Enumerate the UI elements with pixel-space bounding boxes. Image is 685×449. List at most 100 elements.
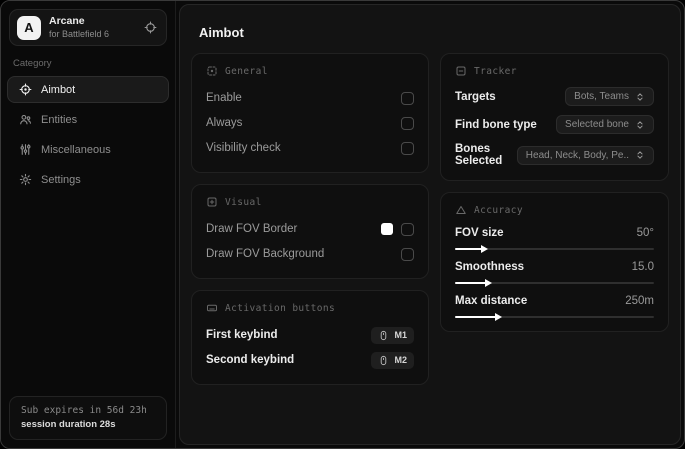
- keybind-row-second: Second keybind M2: [206, 349, 414, 371]
- tracker-card-header: Tracker: [455, 65, 654, 77]
- grid-icon: [206, 65, 218, 77]
- accuracy-card: Accuracy FOV size 50° Smoothness 15.0 Ma…: [440, 192, 669, 332]
- tracker-row-targets: Targets Bots, Teams: [455, 87, 654, 106]
- crosshair-icon: [19, 83, 32, 96]
- chevrons-up-down-icon: [635, 150, 645, 160]
- tracker-card: Tracker Targets Bots, Teams Find bone ty…: [440, 53, 669, 181]
- setting-row-always: Always: [206, 112, 414, 134]
- triangle-icon: [455, 204, 467, 216]
- setting-label: Draw FOV Background: [206, 248, 325, 260]
- category-label: Category: [13, 58, 52, 69]
- keybind-value: M1: [394, 330, 407, 340]
- users-icon: [19, 113, 32, 126]
- brand-card: A Arcane for Battlefield 6: [9, 9, 167, 46]
- right-column: Tracker Targets Bots, Teams Find bone ty…: [440, 53, 669, 343]
- tracker-label: Find bone type: [455, 118, 537, 131]
- brand-logo: A: [17, 15, 41, 40]
- bones-selected-select[interactable]: Head, Neck, Body, Pe..: [516, 145, 654, 165]
- setting-label: Draw FOV Border: [206, 223, 298, 235]
- sidebar-item-settings[interactable]: Settings: [7, 166, 169, 193]
- setting-row-enable: Enable: [206, 87, 414, 109]
- always-checkbox[interactable]: [401, 116, 414, 130]
- fov-border-color-swatch[interactable]: [381, 223, 393, 235]
- tracker-row-find-bone-type: Find bone type Selected bone: [455, 115, 654, 134]
- targets-select[interactable]: Bots, Teams: [565, 87, 654, 106]
- sidebar: A Arcane for Battlefield 6 Category Aimb…: [1, 1, 176, 448]
- slider-label: Smoothness: [455, 261, 525, 273]
- mouse-icon: [378, 330, 389, 341]
- subscription-info-card: Sub expires in 56d 23h session duration …: [9, 396, 167, 440]
- tracker-row-bones-selected: Bones Selected Head, Neck, Body, Pe..: [455, 143, 654, 167]
- setting-row-fov-background: Draw FOV Background: [206, 243, 414, 265]
- slider-label: FOV size: [455, 227, 504, 239]
- session-duration-text: session duration 28s: [21, 419, 116, 430]
- second-keybind-button[interactable]: M2: [371, 351, 414, 369]
- setting-label: Always: [206, 117, 243, 129]
- fov-size-slider[interactable]: [455, 245, 654, 253]
- chevrons-up-down-icon: [635, 120, 645, 130]
- brand-subtitle: for Battlefield 6: [49, 28, 110, 39]
- slider-group-fov-size: FOV size 50°: [455, 227, 654, 253]
- card-title: Visual: [225, 196, 262, 208]
- brand-name: Arcane: [49, 15, 85, 28]
- fov-border-checkbox[interactable]: [401, 222, 414, 236]
- scope-icon[interactable]: [144, 21, 157, 34]
- select-value: Bots, Teams: [574, 91, 629, 102]
- slider-thumb[interactable]: [494, 313, 502, 321]
- general-card-header: General: [206, 65, 414, 77]
- sliders-icon: [19, 143, 32, 156]
- slider-thumb[interactable]: [480, 245, 488, 253]
- chevrons-up-down-icon: [635, 92, 645, 102]
- sidebar-item-miscellaneous[interactable]: Miscellaneous: [7, 136, 169, 163]
- slider-group-max-distance: Max distance 250m: [455, 295, 654, 321]
- slider-group-smoothness: Smoothness 15.0: [455, 261, 654, 287]
- fov-background-checkbox[interactable]: [401, 247, 414, 261]
- frame-plus-icon: [206, 196, 218, 208]
- card-title: Activation buttons: [225, 302, 336, 314]
- tracker-label: Targets: [455, 90, 496, 103]
- mouse-icon: [378, 355, 389, 366]
- sidebar-item-entities[interactable]: Entities: [7, 106, 169, 133]
- sidebar-item-label: Aimbot: [41, 83, 76, 96]
- sidebar-item-label: Miscellaneous: [41, 143, 111, 156]
- keybind-label: Second keybind: [206, 354, 295, 366]
- sidebar-item-aimbot[interactable]: Aimbot: [7, 76, 169, 103]
- brand-text: Arcane for Battlefield 6: [49, 15, 109, 39]
- max-distance-slider[interactable]: [455, 313, 654, 321]
- card-title: Tracker: [474, 65, 517, 77]
- sub-expiry-text: Sub expires in 56d 23h: [21, 405, 147, 416]
- setting-row-visibility-check: Visibility check: [206, 137, 414, 159]
- setting-row-fov-border: Draw FOV Border: [206, 218, 414, 240]
- keyboard-icon: [206, 302, 218, 314]
- card-title: General: [225, 65, 268, 77]
- setting-label: Visibility check: [206, 142, 281, 154]
- setting-label: Enable: [206, 92, 242, 104]
- keybind-label: First keybind: [206, 329, 278, 341]
- smoothness-slider[interactable]: [455, 279, 654, 287]
- visual-card: Visual Draw FOV Border Draw FOV Backgrou…: [191, 184, 429, 279]
- page-title: Aimbot: [199, 25, 244, 40]
- gear-icon: [19, 173, 32, 186]
- accuracy-card-header: Accuracy: [455, 204, 654, 216]
- content-panel: Aimbot General Enable Always Visibility …: [179, 4, 681, 445]
- slider-label: Max distance: [455, 295, 528, 307]
- select-value: Head, Neck, Body, Pe..: [525, 149, 629, 161]
- slider-thumb[interactable]: [484, 279, 492, 287]
- app-window: A Arcane for Battlefield 6 Category Aimb…: [0, 0, 685, 449]
- sidebar-nav: Aimbot Entities Miscellaneous Settings: [1, 76, 175, 193]
- slider-value: 15.0: [631, 261, 654, 273]
- keybind-row-first: First keybind M1: [206, 324, 414, 346]
- minus-square-icon: [455, 65, 467, 77]
- main-area: Aimbot General Enable Always Visibility …: [176, 1, 684, 448]
- tracker-label: Bones Selected: [455, 143, 503, 167]
- sidebar-item-label: Settings: [41, 173, 81, 186]
- enable-checkbox[interactable]: [401, 91, 414, 105]
- first-keybind-button[interactable]: M1: [371, 326, 414, 344]
- visibility-check-checkbox[interactable]: [401, 141, 414, 155]
- general-card: General Enable Always Visibility check: [191, 53, 429, 173]
- find-bone-type-select[interactable]: Selected bone: [556, 115, 654, 134]
- visual-card-header: Visual: [206, 196, 414, 208]
- slider-value: 50°: [636, 227, 654, 239]
- select-value: Selected bone: [565, 119, 629, 130]
- left-column: General Enable Always Visibility check V…: [191, 53, 429, 396]
